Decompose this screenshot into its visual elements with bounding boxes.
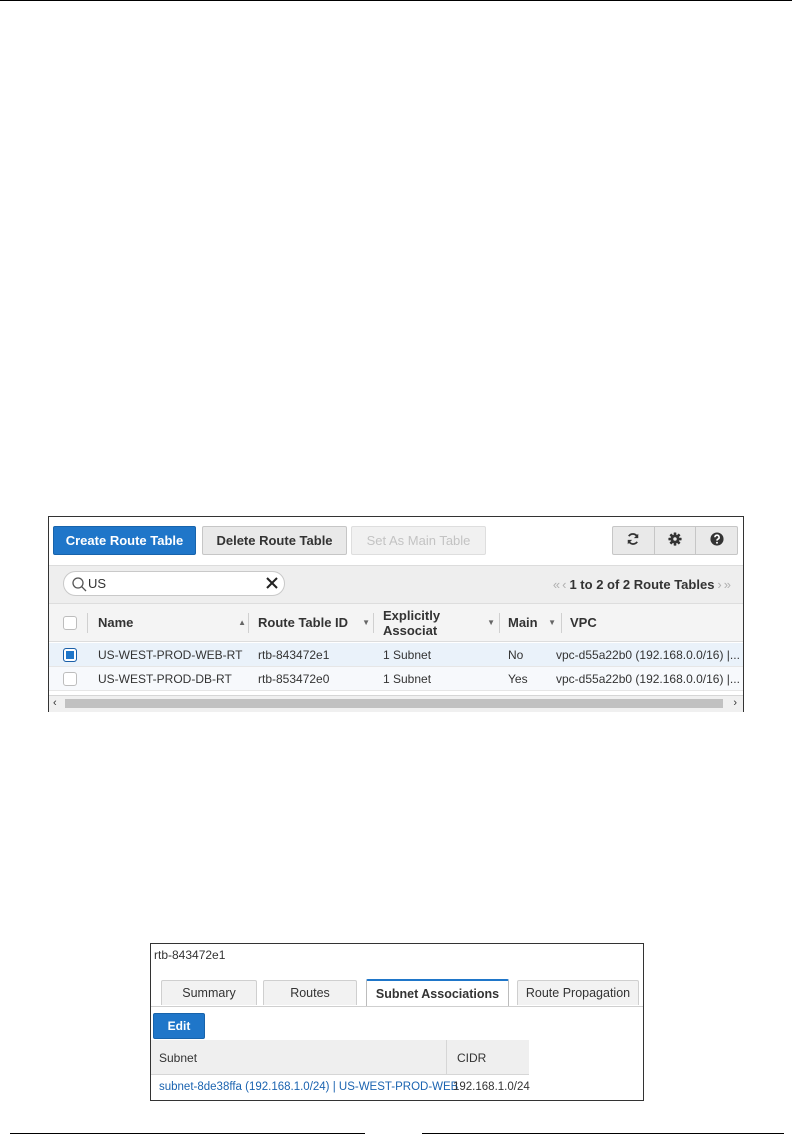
column-header-name[interactable]: Name ▲ [98, 604, 246, 641]
column-header-label: Main [508, 615, 538, 630]
column-header-label: Route Table ID [258, 615, 349, 630]
cell-route-table-id: rtb-843472e1 [258, 648, 330, 662]
row-checkbox[interactable] [63, 672, 77, 686]
cell-name: US-WEST-PROD-DB-RT [98, 672, 232, 686]
route-tables-panel: Create Route Table Delete Route Table Se… [48, 516, 744, 712]
scroll-left-icon[interactable]: ‹ [53, 697, 57, 709]
column-separator [87, 613, 88, 633]
tab-subnet-associations[interactable]: Subnet Associations [366, 979, 509, 1006]
page-bottom-rule [10, 1133, 365, 1134]
filter-bar: US « ‹ 1 to 2 of 2 Route Tables › » [49, 565, 743, 604]
search-icon [71, 576, 87, 595]
cell-main: Yes [508, 672, 528, 686]
settings-button[interactable] [655, 527, 697, 554]
column-header-label: Explicitly Associat [383, 607, 441, 638]
refresh-button[interactable] [613, 527, 655, 554]
table-header: Name ▲ Route Table ID ▼ Explicitly Assoc… [49, 603, 743, 642]
pager-text: 1 to 2 of 2 Route Tables [569, 577, 715, 592]
cell-route-table-id: rtb-853472e0 [258, 672, 330, 686]
select-all-checkbox[interactable] [63, 616, 77, 630]
cell-name: US-WEST-PROD-WEB-RT [98, 648, 243, 662]
edit-button[interactable]: Edit [153, 1013, 205, 1039]
column-header-explicitly-associated[interactable]: Explicitly Associat ▼ [383, 604, 495, 641]
column-header-label: Name [98, 615, 134, 630]
scrollbar-thumb[interactable] [65, 699, 723, 708]
refresh-icon [626, 532, 640, 549]
clear-icon[interactable] [266, 577, 278, 592]
column-header-vpc[interactable]: VPC [570, 604, 730, 641]
gear-icon [668, 532, 682, 549]
scroll-right-icon[interactable]: › [733, 697, 737, 709]
page-bottom-rule [422, 1133, 784, 1134]
search-value: US [88, 576, 107, 591]
column-header-main[interactable]: Main ▼ [508, 604, 556, 641]
column-header-route-table-id[interactable]: Route Table ID ▼ [258, 604, 370, 641]
details-title: rtb-843472e1 [154, 948, 226, 962]
sort-toggle-icon: ▼ [548, 618, 556, 627]
row-checkbox[interactable] [63, 648, 77, 662]
cell-main: No [508, 648, 524, 662]
sort-asc-icon: ▲ [238, 618, 246, 627]
cell-vpc: vpc-d55a22b0 (192.168.0.0/16) |... [556, 648, 740, 662]
details-tabs: Summary Routes Subnet Associations Route… [151, 979, 643, 1007]
tab-route-propagation[interactable]: Route Propagation [517, 980, 639, 1005]
tab-routes[interactable]: Routes [263, 980, 357, 1005]
subnet-link[interactable]: subnet-8de38ffa (192.168.1.0/24) | US-WE… [159, 1081, 458, 1093]
help-icon [710, 532, 724, 549]
tab-summary[interactable]: Summary [161, 980, 257, 1005]
sort-toggle-icon: ▼ [487, 618, 495, 627]
table-row[interactable]: US-WEST-PROD-DB-RT rtb-853472e0 1 Subnet… [49, 667, 743, 691]
column-separator [561, 613, 562, 633]
column-separator [373, 613, 374, 633]
cell-vpc: vpc-d55a22b0 (192.168.0.0/16) |... [556, 672, 740, 686]
route-table-details-panel: rtb-843472e1 Summary Routes Subnet Assoc… [150, 943, 644, 1101]
subnet-table-header: Subnet CIDR [151, 1040, 529, 1075]
create-route-table-button[interactable]: Create Route Table [53, 526, 196, 555]
prev-page-icon[interactable]: ‹ [562, 577, 566, 592]
page-top-rule [0, 0, 792, 1]
toolbar: Create Route Table Delete Route Table Se… [49, 517, 743, 565]
last-page-icon[interactable]: » [724, 577, 731, 592]
table-row: subnet-8de38ffa (192.168.1.0/24) | US-WE… [151, 1075, 530, 1099]
column-header-label: VPC [570, 615, 597, 630]
column-separator [446, 1040, 447, 1074]
column-separator [248, 613, 249, 633]
column-header-subnet: Subnet [159, 1051, 198, 1065]
set-as-main-table-button[interactable]: Set As Main Table [351, 526, 486, 555]
sort-toggle-icon: ▼ [362, 618, 370, 627]
column-header-cidr: CIDR [457, 1051, 487, 1065]
pagination: « ‹ 1 to 2 of 2 Route Tables › » [553, 577, 731, 592]
help-button[interactable] [696, 527, 737, 554]
table-row[interactable]: US-WEST-PROD-WEB-RT rtb-843472e1 1 Subne… [49, 643, 743, 667]
horizontal-scrollbar[interactable]: ‹ › [49, 695, 743, 712]
delete-route-table-button[interactable]: Delete Route Table [202, 526, 347, 555]
cell-associations: 1 Subnet [383, 648, 432, 662]
cell-associations: 1 Subnet [383, 672, 432, 686]
first-page-icon[interactable]: « [553, 577, 560, 592]
cell-cidr: 192.168.1.0/24 [453, 1081, 530, 1093]
column-separator [499, 613, 500, 633]
next-page-icon[interactable]: › [717, 577, 721, 592]
search-input[interactable]: US [63, 571, 285, 596]
toolbar-icon-group [612, 526, 738, 555]
